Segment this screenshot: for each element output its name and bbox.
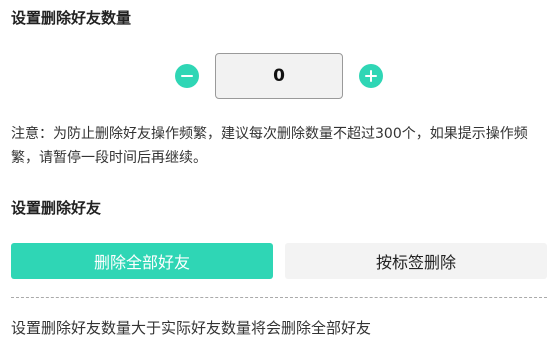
quantity-stepper: 0 [175, 53, 385, 99]
rate-limit-note: 注意：为防止删除好友操作频繁，建议每次删除数量不超过300个，如果提示操作频繁，… [11, 126, 528, 166]
dashed-divider [11, 297, 547, 298]
delete-by-tag-button[interactable]: 按标签删除 [285, 243, 547, 279]
decrement-button[interactable] [175, 64, 199, 88]
delete-friends-title: 设置删除好友 [11, 199, 102, 217]
minus-circle-icon [181, 75, 193, 77]
delete-count-title: 设置删除好友数量 [11, 9, 132, 27]
increment-button[interactable] [359, 64, 383, 88]
quantity-input[interactable]: 0 [215, 53, 343, 99]
delete-all-warning: 设置删除好友数量大于实际好友数量将会删除全部好友 [11, 319, 372, 337]
delete-all-friends-button[interactable]: 删除全部好友 [11, 243, 273, 279]
